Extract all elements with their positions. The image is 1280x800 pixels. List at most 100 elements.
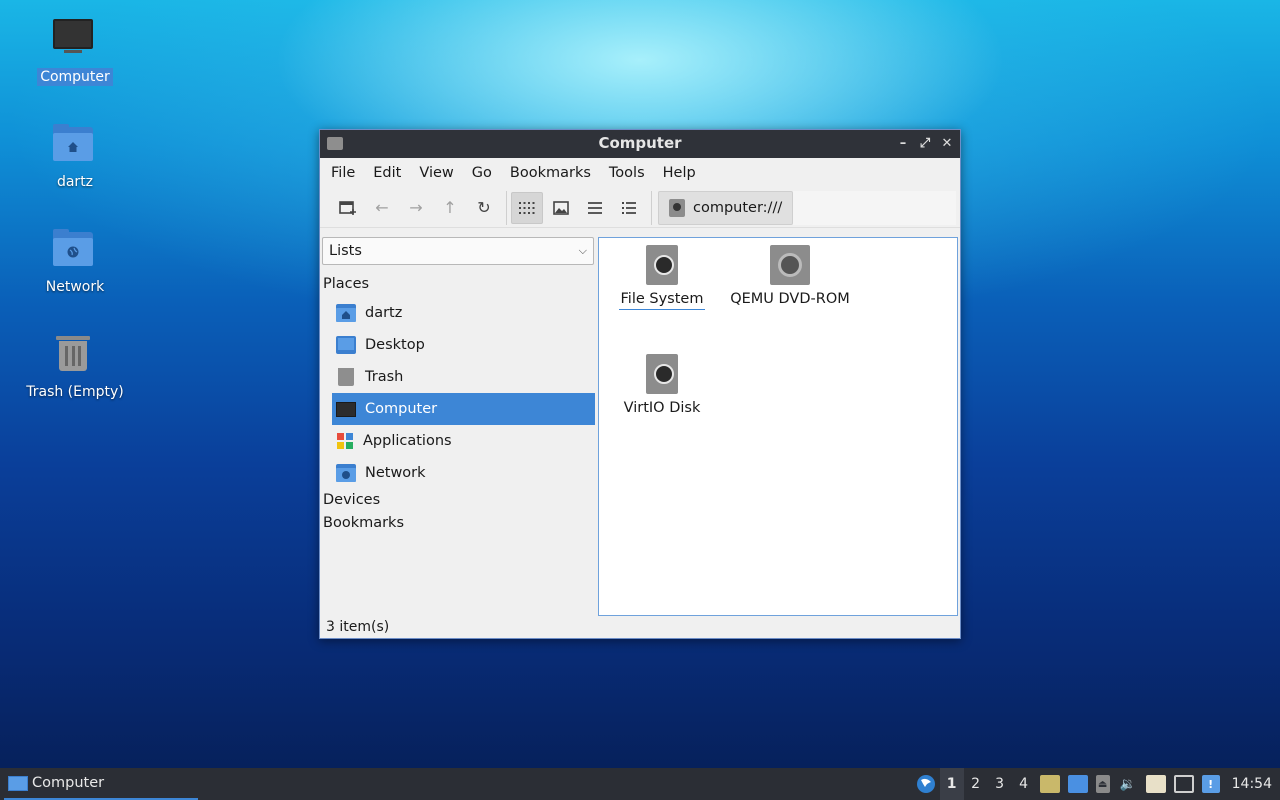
desktop-icon-trash[interactable]: Trash (Empty) bbox=[20, 331, 130, 401]
home-folder-icon bbox=[336, 304, 356, 322]
item-qemu-dvd-rom[interactable]: QEMU DVD-ROM bbox=[729, 245, 851, 307]
side-pane-mode-value: Lists bbox=[329, 243, 362, 259]
distro-logo-icon[interactable] bbox=[916, 775, 936, 793]
harddisk-icon bbox=[646, 354, 678, 394]
status-bar: 3 item(s) bbox=[320, 616, 960, 638]
workspace-4[interactable]: 4 bbox=[1012, 768, 1036, 800]
sidebar-item-desktop[interactable]: Desktop bbox=[332, 329, 595, 361]
detailed-view-button[interactable] bbox=[613, 192, 645, 224]
folder-icon bbox=[327, 137, 343, 150]
clock[interactable]: 14:54 bbox=[1224, 776, 1280, 792]
toolbar: ← → ↑ ↻ computer:/// bbox=[320, 188, 960, 228]
menu-edit[interactable]: Edit bbox=[364, 165, 410, 181]
section-devices[interactable]: Devices bbox=[320, 489, 597, 512]
system-tray: 1 2 3 4 ⏏ 🔉 ! 14:54 bbox=[912, 768, 1280, 800]
desktop-icon-label: dartz bbox=[56, 174, 94, 190]
file-manager-window: Computer – ⤢ ✕ File Edit View Go Bookmar… bbox=[319, 129, 961, 639]
sidebar-item-network[interactable]: Network bbox=[332, 457, 595, 489]
file-view[interactable]: File System QEMU DVD-ROM VirtIO Disk bbox=[598, 237, 958, 616]
sidebar-item-label: Computer bbox=[365, 401, 438, 417]
sidebar-item-trash[interactable]: Trash bbox=[332, 361, 595, 393]
optical-drive-icon bbox=[770, 245, 810, 285]
menu-view[interactable]: View bbox=[410, 165, 462, 181]
toolbar-separator bbox=[651, 190, 652, 225]
task-label: Computer bbox=[32, 775, 105, 791]
detailed-list-icon bbox=[622, 201, 636, 214]
status-text: 3 item(s) bbox=[326, 619, 390, 635]
sidebar-item-label: Trash bbox=[365, 369, 404, 385]
item-label: VirtIO Disk bbox=[623, 400, 701, 416]
window-title: Computer bbox=[598, 134, 682, 152]
volume-icon[interactable]: 🔉 bbox=[1118, 775, 1138, 793]
eject-icon[interactable]: ⏏ bbox=[1095, 775, 1110, 793]
back-button[interactable]: ← bbox=[366, 192, 398, 224]
sidebar-item-label: Network bbox=[365, 465, 426, 481]
section-bookmarks[interactable]: Bookmarks bbox=[320, 512, 597, 535]
workspace-3[interactable]: 3 bbox=[988, 768, 1012, 800]
menu-tools[interactable]: Tools bbox=[600, 165, 654, 181]
sidebar-item-label: dartz bbox=[365, 305, 403, 321]
arrow-right-icon: → bbox=[409, 198, 423, 217]
reload-icon: ↻ bbox=[477, 198, 491, 217]
computer-icon bbox=[336, 401, 356, 417]
sidebar-item-computer[interactable]: Computer bbox=[332, 393, 595, 425]
compact-view-button[interactable] bbox=[579, 192, 611, 224]
item-virtio-disk[interactable]: VirtIO Disk bbox=[602, 354, 722, 416]
taskbar-task-computer[interactable]: Computer bbox=[4, 768, 198, 800]
chevron-down-icon: ⌵ bbox=[578, 244, 587, 257]
new-tab-icon bbox=[339, 200, 356, 215]
side-pane-mode-select[interactable]: Lists ⌵ bbox=[322, 237, 594, 265]
drive-icon bbox=[669, 198, 685, 217]
forward-button[interactable]: → bbox=[400, 192, 432, 224]
folder-icon bbox=[8, 775, 28, 791]
menu-go[interactable]: Go bbox=[463, 165, 501, 181]
update-notifier-icon[interactable]: ! bbox=[1201, 775, 1220, 793]
workspace-1[interactable]: 1 bbox=[939, 768, 964, 800]
menu-help[interactable]: Help bbox=[654, 165, 705, 181]
path-button[interactable]: computer:/// bbox=[658, 190, 794, 225]
toolbar-separator bbox=[506, 190, 507, 225]
sidebar-item-applications[interactable]: Applications bbox=[332, 425, 595, 457]
icon-view-button[interactable] bbox=[511, 191, 543, 224]
clipboard-icon[interactable] bbox=[1145, 775, 1166, 793]
desktop-icon-label: Network bbox=[45, 279, 105, 295]
sidebar-item-dartz[interactable]: dartz bbox=[332, 297, 595, 329]
arrow-up-icon: ↑ bbox=[443, 198, 457, 217]
location-bar-space[interactable] bbox=[793, 190, 956, 225]
show-desktop-icon[interactable] bbox=[1039, 775, 1060, 793]
desktop-icon bbox=[336, 336, 356, 354]
harddisk-icon bbox=[646, 245, 678, 285]
menu-bookmarks[interactable]: Bookmarks bbox=[501, 165, 600, 181]
image-icon bbox=[553, 200, 569, 215]
up-button[interactable]: ↑ bbox=[434, 192, 466, 224]
trash-icon bbox=[338, 368, 354, 386]
trash-icon bbox=[51, 331, 99, 379]
section-places[interactable]: Places bbox=[320, 271, 597, 297]
menubar: File Edit View Go Bookmarks Tools Help bbox=[320, 158, 960, 188]
window-titlebar[interactable]: Computer – ⤢ ✕ bbox=[320, 130, 960, 158]
arrow-left-icon: ← bbox=[375, 198, 389, 217]
item-file-system[interactable]: File System bbox=[602, 245, 722, 310]
maximize-button[interactable]: ⤢ bbox=[916, 135, 934, 153]
desktop-icon-label: Trash (Empty) bbox=[26, 384, 124, 400]
desktop-icon-network[interactable]: Network bbox=[20, 226, 130, 296]
sidebar-item-label: Applications bbox=[363, 433, 452, 449]
workspace-2[interactable]: 2 bbox=[964, 768, 988, 800]
close-button[interactable]: ✕ bbox=[938, 135, 956, 153]
menu-file[interactable]: File bbox=[322, 165, 364, 181]
minimize-button[interactable]: – bbox=[894, 135, 912, 153]
home-folder-icon bbox=[51, 121, 99, 169]
grid-icon bbox=[519, 201, 535, 214]
thumbnail-view-button[interactable] bbox=[545, 192, 577, 224]
applications-icon bbox=[336, 432, 354, 450]
taskbar: Computer 1 2 3 4 ⏏ 🔉 ! 14:54 bbox=[0, 768, 1280, 800]
desktop-icon-dartz[interactable]: dartz bbox=[20, 121, 130, 191]
desktop-icon-computer[interactable]: Computer bbox=[20, 16, 130, 86]
compact-list-icon bbox=[588, 201, 602, 214]
reload-button[interactable]: ↻ bbox=[468, 192, 500, 224]
new-tab-button[interactable] bbox=[332, 192, 364, 224]
item-label: QEMU DVD-ROM bbox=[730, 291, 850, 307]
location-path: computer:/// bbox=[693, 199, 783, 216]
file-manager-icon[interactable] bbox=[1067, 775, 1088, 793]
network-connection-icon[interactable] bbox=[1173, 775, 1194, 793]
